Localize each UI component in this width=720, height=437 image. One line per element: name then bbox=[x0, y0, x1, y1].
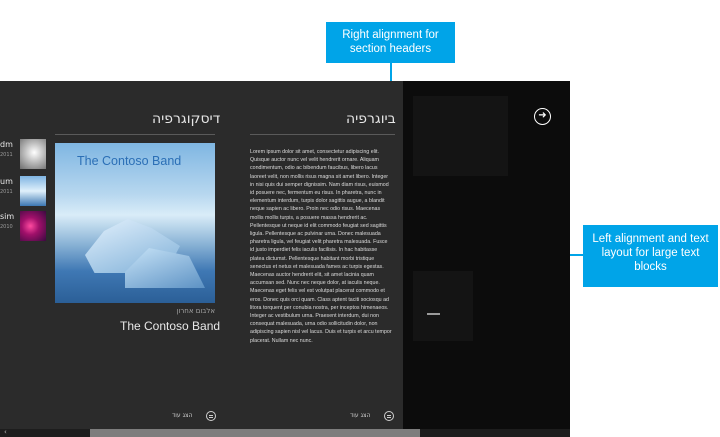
album-thumb-3-label: sim bbox=[0, 212, 15, 221]
album-thumb-3-year: 2010 bbox=[0, 224, 13, 230]
biography-more-label[interactable]: הצג עוד bbox=[350, 412, 371, 419]
album-thumb-1-year: 2011 bbox=[0, 152, 13, 158]
arrow-right-circle-icon[interactable]: ➜ bbox=[534, 108, 551, 125]
callout-text-layout: Left alignment and text layout for large… bbox=[583, 225, 718, 287]
album-thumb-2-year: 2011 bbox=[0, 189, 13, 195]
album-cover-band-name: The Contoso Band bbox=[77, 154, 182, 168]
biography-more-icon[interactable] bbox=[384, 411, 394, 421]
dark-side-panel bbox=[403, 81, 570, 437]
horizontal-scrollbar-thumb[interactable] bbox=[90, 429, 420, 437]
album-thumb-1-label: dm bbox=[0, 140, 13, 149]
discography-more-icon[interactable] bbox=[206, 411, 216, 421]
album-thumb-3[interactable]: sim 2010 bbox=[0, 211, 46, 241]
album-cover[interactable]: The Contoso Band bbox=[55, 143, 215, 303]
album-name: The Contoso Band bbox=[120, 319, 221, 333]
album-thumb-2[interactable]: um 2011 bbox=[0, 176, 46, 206]
app-window: דיסקוגרפיה dm 2011 um 2011 sim 2010 The … bbox=[0, 81, 570, 437]
album-thumb-1[interactable]: dm 2011 bbox=[0, 139, 46, 169]
discography-more-label[interactable]: הצג עוד bbox=[172, 412, 193, 419]
album-subtitle: אלבום אחרון bbox=[176, 307, 216, 315]
discography-title: דיסקוגרפיה bbox=[152, 111, 221, 127]
biography-text: Lorem ipsum dolor sit amet, consectetur … bbox=[250, 149, 392, 344]
album-thumb-1-art bbox=[20, 139, 46, 169]
loading-indicator bbox=[427, 313, 440, 315]
album-thumb-2-art bbox=[20, 176, 46, 206]
album-thumb-3-art bbox=[20, 211, 46, 241]
dark-tile-2 bbox=[413, 271, 473, 341]
scroll-left-icon[interactable]: ‹ bbox=[4, 428, 7, 436]
callout-section-headers: Right alignment for section headers bbox=[326, 22, 455, 63]
biography-title: ביוגרפיה bbox=[346, 111, 396, 127]
callout-section-headers-text: Right alignment for section headers bbox=[342, 29, 439, 55]
album-thumb-2-label: um bbox=[0, 177, 13, 186]
biography-divider bbox=[250, 134, 395, 135]
discography-divider bbox=[55, 134, 215, 135]
dark-tile-1 bbox=[413, 96, 508, 176]
callout-text-layout-text: Left alignment and text layout for large… bbox=[592, 233, 709, 273]
